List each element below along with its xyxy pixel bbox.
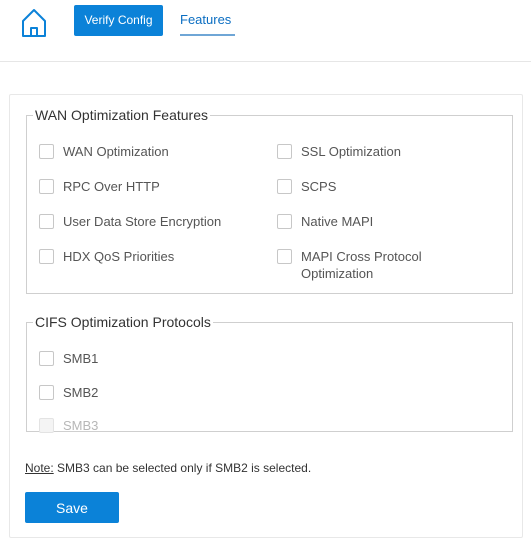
wan-optimization-features-group: WAN Optimization Features WAN Optimizati…: [26, 107, 513, 294]
tab-features-label: Features: [180, 12, 232, 27]
checkbox-label: HDX QoS Priorities: [63, 249, 175, 264]
checkbox-label: RPC Over HTTP: [63, 179, 160, 194]
note-prefix: Note:: [25, 461, 54, 475]
checkbox-box[interactable]: [277, 214, 292, 229]
checkbox-label: SMB2: [63, 385, 99, 400]
note-text: SMB3 can be selected only if SMB2 is sel…: [53, 461, 312, 475]
checkbox-box[interactable]: [39, 249, 54, 264]
verify-config-button[interactable]: Verify Config: [74, 5, 163, 36]
tab-features[interactable]: Features: [180, 12, 235, 36]
smb3-note: Note: SMB3 can be selected only if SMB2 …: [25, 461, 311, 475]
checkbox-label: Native MAPI: [301, 214, 374, 229]
checkbox-box[interactable]: [39, 179, 54, 194]
checkbox-box[interactable]: [39, 351, 54, 366]
checkbox-box[interactable]: [39, 144, 54, 159]
cifs-protocols-legend: CIFS Optimization Protocols: [35, 314, 211, 330]
cifs-optimization-protocols-group: CIFS Optimization Protocols SMB1 SMB2 SM…: [26, 314, 513, 433]
checkbox-box: [39, 418, 54, 433]
home-icon: [22, 9, 46, 37]
checkbox-label: User Data Store Encryption: [63, 214, 222, 229]
checkbox-label: SMB3: [63, 418, 99, 433]
checkbox-label: SSL Optimization: [301, 144, 401, 159]
checkbox-box[interactable]: [277, 179, 292, 194]
checkbox-label: WAN Optimization: [63, 144, 169, 159]
checkbox-label: MAPI Cross Protocol Optimization: [301, 249, 422, 281]
top-bar: Verify Config Features: [0, 0, 531, 62]
checkbox-box[interactable]: [39, 214, 54, 229]
wan-features-legend: WAN Optimization Features: [35, 107, 208, 123]
home-button[interactable]: [20, 6, 48, 40]
checkbox-box[interactable]: [277, 144, 292, 159]
checkbox-label: SMB1: [63, 351, 99, 366]
features-panel: WAN Optimization Features WAN Optimizati…: [9, 94, 523, 538]
checkbox-label: SCPS: [301, 179, 337, 194]
save-button[interactable]: Save: [25, 492, 119, 523]
tab-active-underline: [180, 34, 235, 36]
checkbox-box[interactable]: [39, 385, 54, 400]
checkbox-box[interactable]: [277, 249, 292, 264]
